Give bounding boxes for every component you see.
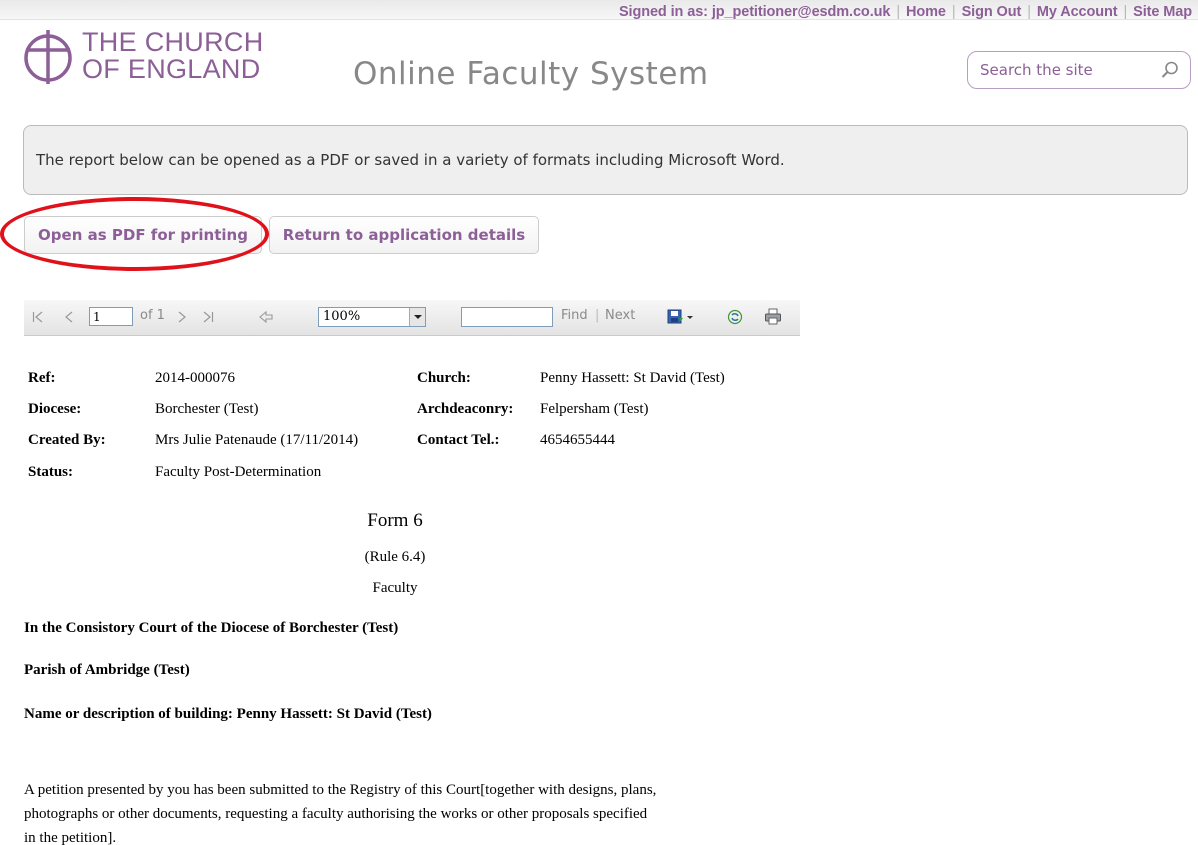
- faculty-heading: Faculty: [372, 580, 418, 596]
- top-bar: Signed in as: jp_petitioner@esdm.co.uk | H…: [0, 0, 1198, 20]
- court-line: In the Consistory Court of the Diocese o…: [24, 620, 399, 636]
- top-navigation: Signed in as: jp_petitioner@esdm.co.uk | H…: [618, 4, 1192, 20]
- info-box: The report below can be opened as a PDF …: [23, 125, 1188, 195]
- nav-my-account-link[interactable]: My Account: [1037, 4, 1118, 20]
- logo-line-1: THE CHURCH: [82, 27, 264, 57]
- return-to-application-button[interactable]: Return to application details: [269, 216, 539, 254]
- zoom-value: 100%: [323, 309, 361, 324]
- print-icon[interactable]: [764, 308, 782, 325]
- find-input[interactable]: [461, 307, 553, 327]
- nav-home-link[interactable]: Home: [906, 4, 946, 20]
- paragraph-line-1: A petition presented by you has been sub…: [24, 782, 657, 798]
- export-save-icon[interactable]: [667, 309, 695, 325]
- signed-in-label: Signed in as: jp_petitioner@esdm.co.uk: [618, 4, 891, 20]
- chevron-down-icon: [414, 315, 422, 319]
- nav-site-map-link[interactable]: Site Map: [1133, 4, 1192, 20]
- ref-label: Ref:: [28, 370, 56, 386]
- created-by-value: Mrs Julie Patenaude (17/11/2014): [155, 432, 359, 448]
- info-text: The report below can be opened as a PDF …: [36, 151, 785, 169]
- app-title: Online Faculty System: [353, 56, 709, 92]
- search-box: [967, 51, 1191, 89]
- next-page-icon[interactable]: [177, 311, 187, 323]
- contact-tel-value: 4654655444: [540, 432, 615, 448]
- find-link[interactable]: Find: [561, 308, 588, 323]
- paragraph-line-3: in the petition].: [24, 830, 117, 845]
- search-icon[interactable]: [1160, 60, 1180, 80]
- nav-sign-out-link[interactable]: Sign Out: [962, 4, 1022, 20]
- last-page-icon[interactable]: [202, 311, 214, 323]
- diocese-value: Borchester (Test): [155, 401, 259, 417]
- building-line: Name or description of building: Penny H…: [24, 706, 432, 722]
- rule-reference: (Rule 6.4): [364, 549, 426, 565]
- status-label: Status:: [28, 464, 74, 480]
- archdeaconry-label: Archdeaconry:: [417, 401, 514, 417]
- petition-paragraph: A petition presented by you has been sub…: [24, 778, 804, 845]
- paragraph-line-2: photographs or other documents, requesti…: [24, 806, 648, 822]
- church-value: Penny Hassett: St David (Test): [540, 370, 725, 386]
- zoom-dropdown-button[interactable]: [409, 308, 425, 326]
- status-value: Faculty Post-Determination: [155, 464, 322, 480]
- search-input[interactable]: [980, 60, 1150, 80]
- first-page-icon[interactable]: [32, 311, 44, 323]
- church-label: Church:: [417, 370, 471, 386]
- open-pdf-button[interactable]: Open as PDF for printing: [24, 216, 262, 254]
- contact-tel-label: Contact Tel.:: [417, 432, 500, 448]
- logo-text: THE CHURCH OF ENGLAND: [82, 29, 264, 83]
- form-title: Form 6: [367, 510, 423, 531]
- back-icon[interactable]: [259, 311, 273, 323]
- archdeaconry-value: Felpersham (Test): [540, 401, 649, 417]
- logo-line-2: OF ENGLAND: [82, 54, 261, 84]
- ref-value: 2014-000076: [155, 370, 235, 386]
- find-separator: |: [595, 308, 600, 323]
- parish-line: Parish of Ambridge (Test): [24, 662, 190, 678]
- church-logo[interactable]: THE CHURCH OF ENGLAND: [22, 28, 312, 98]
- page-number-input[interactable]: [89, 307, 133, 326]
- previous-page-icon[interactable]: [64, 311, 74, 323]
- page-count: of 1: [140, 308, 165, 323]
- diocese-label: Diocese:: [28, 401, 82, 417]
- zoom-select[interactable]: 100%: [318, 307, 426, 327]
- church-cross-icon: [24, 30, 72, 84]
- refresh-icon[interactable]: [727, 309, 743, 325]
- report-toolbar: of 1 100% Find | Next: [24, 300, 800, 336]
- created-by-label: Created By:: [28, 432, 106, 448]
- next-link[interactable]: Next: [605, 308, 635, 323]
